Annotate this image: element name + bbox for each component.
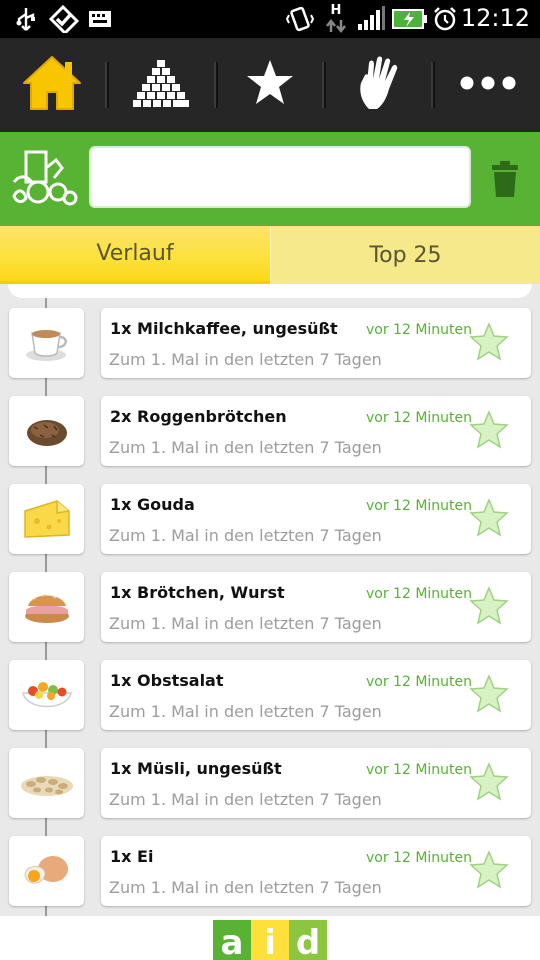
entry-time: vor 12 Minuten — [366, 322, 473, 338]
history-list: 1x Milchkaffee, ungesüßt vor 12 Minuten … — [0, 284, 540, 916]
entry-time: vor 12 Minuten — [366, 674, 473, 690]
favorite-star-icon[interactable] — [469, 674, 509, 714]
more-dots-icon — [459, 75, 517, 95]
tab-verlauf[interactable]: Verlauf — [0, 226, 270, 290]
entry-title: 1x Ei — [110, 847, 154, 866]
list-item[interactable]: 2x Roggenbrötchen vor 12 Minuten Zum 1. … — [0, 396, 540, 468]
entry-subtitle: Zum 1. Mal in den letzten 7 Tagen — [109, 614, 382, 633]
entry-card[interactable]: 1x Müsli, ungesüßt vor 12 Minuten Zum 1.… — [101, 748, 531, 818]
entry-time: vor 12 Minuten — [366, 586, 473, 602]
nav-pyramid-button[interactable] — [109, 38, 214, 132]
footer: a i d — [0, 916, 540, 960]
entry-title: 1x Gouda — [110, 495, 195, 514]
entry-card[interactable]: 1x Obstsalat vor 12 Minuten Zum 1. Mal i… — [101, 660, 531, 730]
search-bar — [0, 132, 540, 226]
logo-letter: i — [251, 920, 289, 960]
list-item[interactable]: 1x Milchkaffee, ungesüßt vor 12 Minuten … — [0, 308, 540, 380]
entry-card[interactable]: 1x Ei vor 12 Minuten Zum 1. Mal in den l… — [101, 836, 531, 906]
app-screen: H 12:12 Verlauf Top 25 1x Milchkaffee, u… — [0, 0, 540, 960]
entry-time: vor 12 Minuten — [366, 410, 473, 426]
nav-more-button[interactable] — [435, 38, 540, 132]
vibrate-icon — [286, 6, 314, 32]
entry-subtitle: Zum 1. Mal in den letzten 7 Tagen — [109, 790, 382, 809]
entry-subtitle: Zum 1. Mal in den letzten 7 Tagen — [109, 878, 382, 897]
logo-letter: a — [213, 920, 251, 960]
list-item[interactable]: 1x Ei vor 12 Minuten Zum 1. Mal in den l… — [0, 836, 540, 908]
entry-title: 1x Obstsalat — [110, 671, 224, 690]
entry-subtitle: Zum 1. Mal in den letzten 7 Tagen — [109, 350, 382, 369]
trash-icon[interactable] — [490, 160, 520, 198]
cheese-icon — [9, 484, 84, 554]
star-icon — [245, 59, 295, 111]
rye-roll-icon — [9, 396, 84, 466]
food-pyramid-icon — [133, 58, 190, 112]
status-bar: H 12:12 — [0, 0, 540, 38]
entry-time: vor 12 Minuten — [366, 498, 473, 514]
hand-icon — [355, 55, 403, 115]
coffee-icon — [9, 308, 84, 378]
favorite-star-icon[interactable] — [469, 498, 509, 538]
tab-bar: Verlauf Top 25 — [0, 226, 540, 290]
logo-letter: d — [289, 920, 327, 960]
nav-favorites-button[interactable] — [218, 38, 323, 132]
muesli-icon — [9, 748, 84, 818]
entry-title: 2x Roggenbrötchen — [110, 407, 287, 426]
search-input[interactable] — [89, 146, 471, 208]
nav-hand-button[interactable] — [326, 38, 431, 132]
favorite-star-icon[interactable] — [469, 322, 509, 362]
list-item[interactable]: 1x Obstsalat vor 12 Minuten Zum 1. Mal i… — [0, 660, 540, 732]
entry-title: 1x Müsli, ungesüßt — [110, 759, 282, 778]
tab-label: Top 25 — [369, 242, 442, 268]
network-type-label: H — [330, 3, 342, 18]
favorite-star-icon[interactable] — [469, 850, 509, 890]
keyboard-icon — [88, 6, 112, 32]
nav-home-button[interactable] — [0, 38, 105, 132]
signal-icon — [356, 6, 386, 32]
data-arrows-icon: H — [324, 2, 348, 36]
entry-card[interactable]: 1x Milchkaffee, ungesüßt vor 12 Minuten … — [101, 308, 531, 378]
favorite-star-icon[interactable] — [469, 410, 509, 450]
entry-subtitle: Zum 1. Mal in den letzten 7 Tagen — [109, 438, 382, 457]
tab-label: Verlauf — [96, 241, 174, 266]
favorite-star-icon[interactable] — [469, 586, 509, 626]
usb-icon — [14, 6, 38, 32]
aid-logo: a i d — [213, 920, 327, 960]
main-navigation — [0, 38, 540, 132]
tasks-check-icon — [48, 5, 80, 33]
entry-title: 1x Brötchen, Wurst — [110, 583, 285, 602]
list-item[interactable]: 1x Brötchen, Wurst vor 12 Minuten Zum 1.… — [0, 572, 540, 644]
fruit-salad-icon — [9, 660, 84, 730]
food-basket-icon — [10, 148, 80, 208]
entry-time: vor 12 Minuten — [366, 762, 473, 778]
entry-subtitle: Zum 1. Mal in den letzten 7 Tagen — [109, 526, 382, 545]
home-icon — [21, 54, 83, 116]
favorite-star-icon[interactable] — [469, 762, 509, 802]
entry-card[interactable]: 2x Roggenbrötchen vor 12 Minuten Zum 1. … — [101, 396, 531, 466]
list-item[interactable]: 1x Gouda vor 12 Minuten Zum 1. Mal in de… — [0, 484, 540, 556]
battery-charging-icon — [392, 6, 428, 32]
alarm-icon — [432, 6, 458, 32]
status-time: 12:12 — [460, 4, 530, 32]
egg-icon — [9, 836, 84, 906]
list-top-edge — [8, 284, 532, 298]
tab-top-25[interactable]: Top 25 — [270, 226, 540, 284]
entry-title: 1x Milchkaffee, ungesüßt — [110, 319, 338, 338]
list-item[interactable]: 1x Müsli, ungesüßt vor 12 Minuten Zum 1.… — [0, 748, 540, 820]
entry-card[interactable]: 1x Brötchen, Wurst vor 12 Minuten Zum 1.… — [101, 572, 531, 642]
sandwich-icon — [9, 572, 84, 642]
entry-card[interactable]: 1x Gouda vor 12 Minuten Zum 1. Mal in de… — [101, 484, 531, 554]
entry-time: vor 12 Minuten — [366, 850, 473, 866]
entry-subtitle: Zum 1. Mal in den letzten 7 Tagen — [109, 702, 382, 721]
